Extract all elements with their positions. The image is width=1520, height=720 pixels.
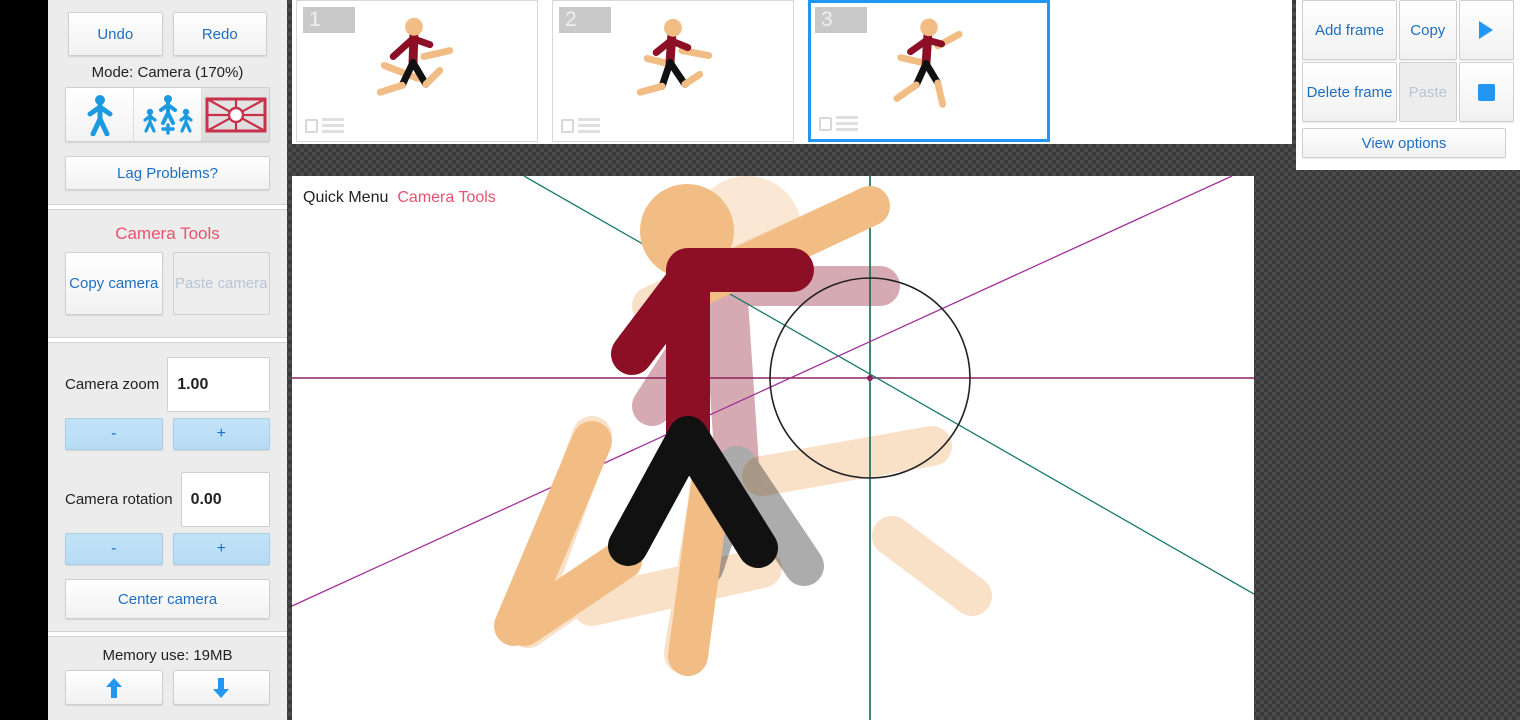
animation-canvas[interactable]: Quick Menu Camera Tools xyxy=(292,176,1254,720)
redo-button[interactable]: Redo xyxy=(172,12,267,56)
stop-icon xyxy=(1477,83,1495,101)
camera-zoom-minus-button[interactable]: - xyxy=(65,418,163,450)
camera-rotation-label: Camera rotation xyxy=(65,491,173,508)
frame-copy-icon[interactable] xyxy=(305,118,318,133)
frame-thumbnail-1[interactable]: 1 xyxy=(296,0,538,142)
camera-rotation-minus-button[interactable]: - xyxy=(65,533,163,565)
arrow-down-icon xyxy=(213,677,230,698)
memory-use-label: Memory use: 19MB xyxy=(102,647,233,664)
lag-problems-button[interactable]: Lag Problems? xyxy=(65,156,270,190)
frame-layers-icon[interactable] xyxy=(322,118,344,133)
undo-redo-row: Undo Redo xyxy=(48,0,287,56)
arrow-up-icon xyxy=(105,677,122,698)
right-panel-row-2: Delete frame Paste xyxy=(1302,62,1514,122)
frame-thumbnail-2[interactable]: 2 xyxy=(552,0,794,142)
camera-tools-heading: Camera Tools xyxy=(115,224,220,243)
multi-stickfigure-icon-button[interactable] xyxy=(134,88,202,141)
play-button[interactable] xyxy=(1458,0,1514,60)
left-black-gutter xyxy=(0,0,48,720)
camera-rotation-plus-button[interactable]: + xyxy=(172,533,270,565)
mode-status-label: Mode: Camera (170%) xyxy=(91,64,244,81)
multi-stickfigure-icon xyxy=(142,94,193,135)
single-stickfigure-icon-button[interactable] xyxy=(66,88,134,141)
active-stickfigure[interactable] xyxy=(494,184,890,676)
copy-camera-button[interactable]: Copy camera xyxy=(65,252,163,315)
play-icon xyxy=(1479,21,1494,39)
frame-layers-icon[interactable] xyxy=(836,116,858,131)
view-options-button[interactable]: View options xyxy=(1302,128,1506,158)
scroll-down-button[interactable] xyxy=(172,670,270,705)
quick-menu-bar: Quick Menu Camera Tools xyxy=(303,189,496,207)
quick-menu-camera-tools-link[interactable]: Camera Tools xyxy=(397,189,495,206)
frame-tool-icons[interactable] xyxy=(305,118,344,133)
quick-menu-label[interactable]: Quick Menu xyxy=(303,189,388,206)
memory-scroll-row xyxy=(48,670,287,705)
left-sidebar: Undo Redo Mode: Camera (170%) Lag Proble… xyxy=(48,0,287,720)
add-frame-button[interactable]: Add frame xyxy=(1302,0,1398,60)
undo-button[interactable]: Undo xyxy=(68,12,163,56)
scroll-up-button[interactable] xyxy=(65,670,163,705)
camera-center-handle[interactable] xyxy=(867,375,873,381)
single-stickfigure-icon xyxy=(87,94,112,136)
paste-camera-button[interactable]: Paste camera xyxy=(172,252,270,315)
camera-zoom-stepper: - + xyxy=(48,412,287,450)
camera-zoom-label: Camera zoom xyxy=(65,376,160,393)
center-camera-button[interactable]: Center camera xyxy=(65,579,270,619)
frame-strip: 1 2 3 xyxy=(292,0,1292,144)
app-root: Undo Redo Mode: Camera (170%) Lag Proble… xyxy=(0,0,1520,720)
right-panel-row-1: Add frame Copy xyxy=(1302,0,1514,60)
copy-frame-button[interactable]: Copy xyxy=(1399,0,1457,60)
camera-rotation-stepper: - + xyxy=(48,527,287,565)
canvas-drawing xyxy=(292,176,1254,720)
paste-frame-button[interactable]: Paste xyxy=(1399,62,1457,122)
camera-rotation-input[interactable]: 0.00 xyxy=(180,472,270,527)
camera-copy-paste-row: Copy camera Paste camera xyxy=(48,252,287,315)
camera-zoom-row: Camera zoom 1.00 xyxy=(48,357,287,412)
camera-rotation-row: Camera rotation 0.00 xyxy=(48,472,287,527)
camera-frame-icon-button[interactable] xyxy=(202,88,269,141)
stop-button[interactable] xyxy=(1458,62,1514,122)
frame-layers-icon[interactable] xyxy=(578,118,600,133)
frame-copy-icon[interactable] xyxy=(561,118,574,133)
right-control-panel: Add frame Copy Delete frame Paste View o… xyxy=(1296,0,1520,170)
camera-zoom-input[interactable]: 1.00 xyxy=(167,357,270,412)
frame-thumbnail-3[interactable]: 3 xyxy=(808,0,1050,142)
delete-frame-button[interactable]: Delete frame xyxy=(1302,62,1398,122)
frame-tool-icons[interactable] xyxy=(819,116,858,131)
frame-tool-icons[interactable] xyxy=(561,118,600,133)
camera-frame-icon xyxy=(205,97,266,132)
frame-copy-icon[interactable] xyxy=(819,116,832,131)
camera-zoom-plus-button[interactable]: + xyxy=(172,418,270,450)
mode-button-group xyxy=(65,87,270,142)
